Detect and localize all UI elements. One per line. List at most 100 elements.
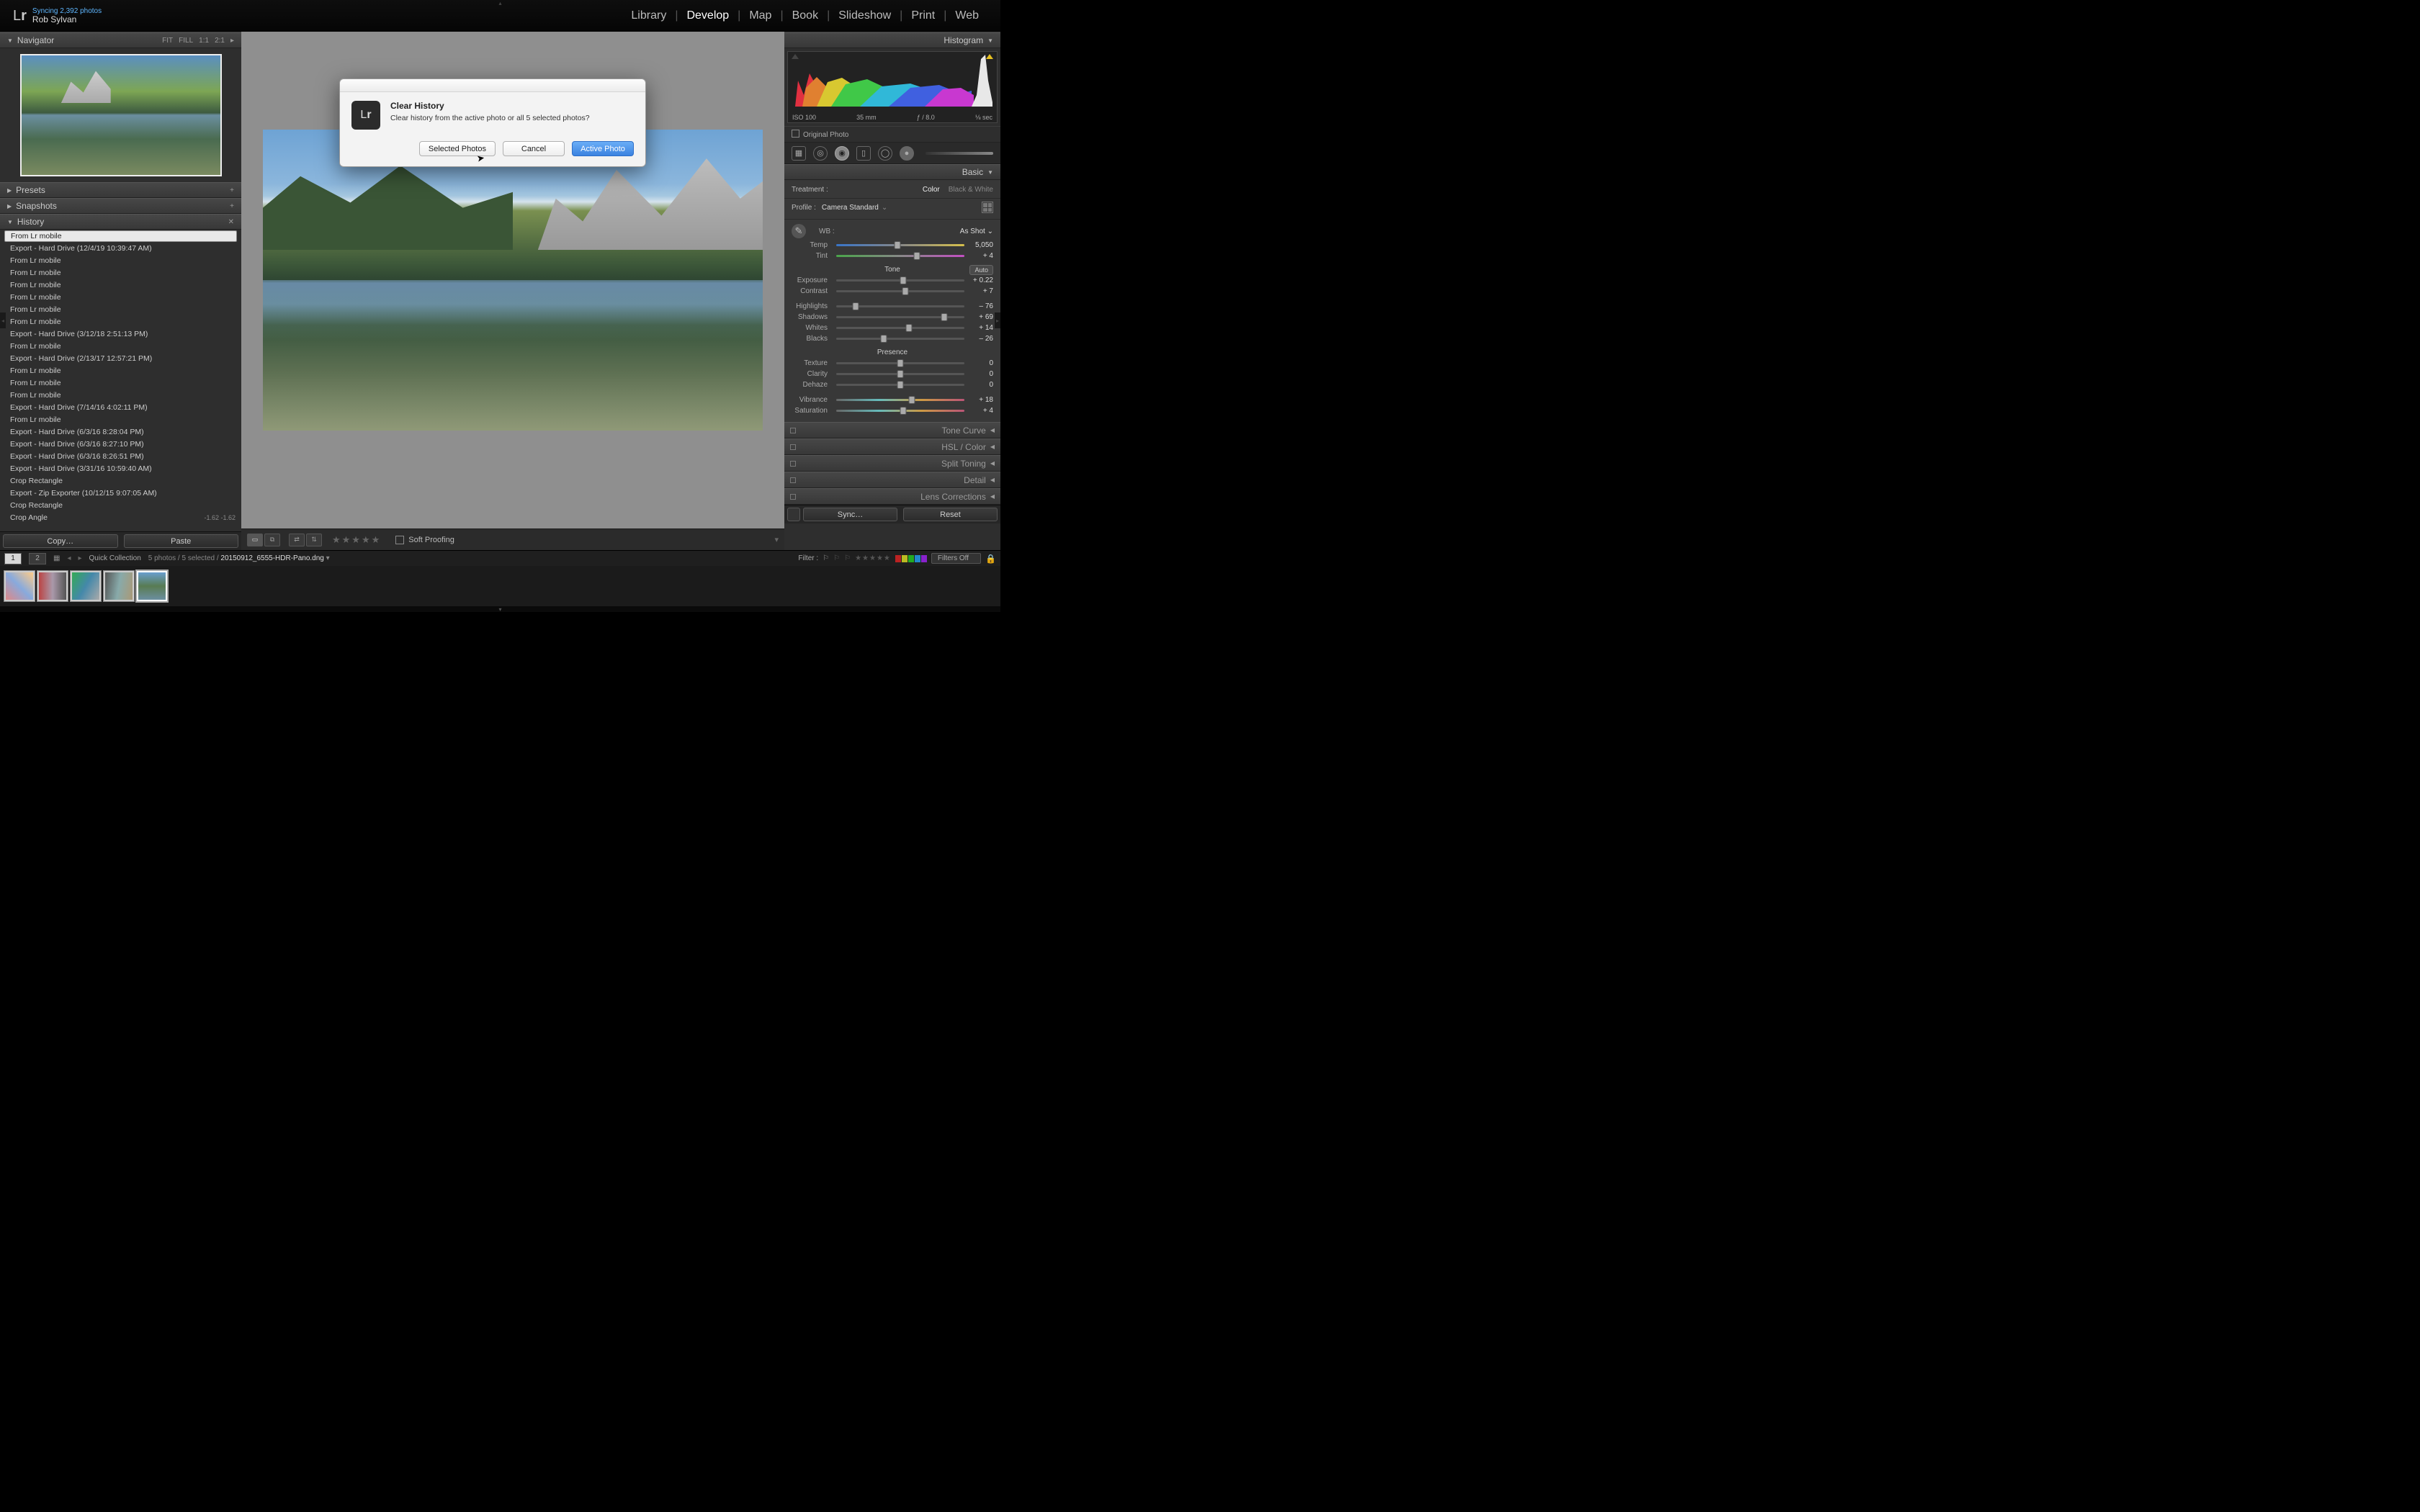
module-book[interactable]: Book bbox=[784, 9, 827, 22]
filmstrip-thumb[interactable] bbox=[37, 571, 68, 601]
filter-lock-icon[interactable]: 🔒 bbox=[985, 554, 996, 564]
secondary-tab-1[interactable]: 1 bbox=[4, 553, 22, 564]
navigator-header[interactable]: ▼ Navigator FITFILL1:12:1▸ bbox=[0, 32, 241, 48]
saturation-value[interactable]: + 4 bbox=[969, 407, 993, 415]
cancel-button[interactable]: Cancel bbox=[503, 141, 565, 156]
dehaze-value[interactable]: 0 bbox=[969, 381, 993, 389]
snapshots-header[interactable]: ▶ Snapshots + bbox=[0, 198, 241, 214]
module-slideshow[interactable]: Slideshow bbox=[830, 9, 900, 22]
history-item[interactable]: Export - Hard Drive (6/3/16 8:26:51 PM) bbox=[0, 451, 241, 463]
navigator-mode-2-1[interactable]: 2:1 bbox=[215, 37, 225, 45]
flag-pick-icon[interactable]: ⚐ bbox=[823, 554, 829, 562]
prev-photo-icon[interactable]: ◂ bbox=[67, 554, 71, 562]
sync-switch-icon[interactable] bbox=[787, 508, 800, 521]
contrast-slider[interactable] bbox=[836, 290, 964, 292]
filter-stars[interactable]: ★★★★★ bbox=[855, 554, 891, 562]
module-library[interactable]: Library bbox=[622, 9, 675, 22]
secondary-tab-2[interactable]: 2 bbox=[29, 553, 46, 564]
history-item[interactable]: From Lr mobile bbox=[0, 292, 241, 304]
brush-tool[interactable]: ● bbox=[900, 146, 914, 161]
module-develop[interactable]: Develop bbox=[678, 9, 738, 22]
filters-off-dropdown[interactable]: Filters Off bbox=[931, 553, 981, 564]
navigator-mode-fill[interactable]: FILL bbox=[179, 37, 193, 45]
filter-color-label[interactable] bbox=[921, 555, 927, 562]
selected-photos-button[interactable]: Selected Photos bbox=[419, 141, 496, 156]
flag-reject-icon[interactable]: ⚐ bbox=[844, 554, 851, 562]
auto-tone-button[interactable]: Auto bbox=[969, 265, 993, 275]
texture-value[interactable]: 0 bbox=[969, 359, 993, 367]
navigator-mode-1-1[interactable]: 1:1 bbox=[199, 37, 209, 45]
highlights-value[interactable]: – 76 bbox=[969, 302, 993, 310]
mask-slider[interactable] bbox=[926, 152, 993, 155]
before-after-button[interactable]: ⧉ bbox=[264, 534, 280, 546]
redeye-tool[interactable]: ◉ bbox=[835, 146, 849, 161]
history-item[interactable]: From Lr mobile bbox=[4, 230, 237, 242]
history-item[interactable]: From Lr mobile bbox=[0, 279, 241, 292]
reset-button[interactable]: Reset bbox=[903, 508, 998, 521]
temp-value[interactable]: 5,050 bbox=[969, 241, 993, 249]
history-item[interactable]: Export - Hard Drive (2/13/17 12:57:21 PM… bbox=[0, 353, 241, 365]
tint-value[interactable]: + 4 bbox=[969, 252, 993, 260]
treatment-bw[interactable]: Black & White bbox=[949, 186, 993, 194]
panel-switch-icon[interactable] bbox=[790, 428, 796, 433]
spot-tool[interactable]: ◎ bbox=[813, 146, 828, 161]
module-print[interactable]: Print bbox=[902, 9, 944, 22]
sync-button[interactable]: Sync… bbox=[803, 508, 897, 521]
panel-hsl-color[interactable]: HSL / Color◀ bbox=[784, 438, 1000, 455]
filmstrip-thumb[interactable] bbox=[137, 571, 167, 601]
paste-button[interactable]: Paste bbox=[124, 534, 239, 548]
contrast-value[interactable]: + 7 bbox=[969, 287, 993, 295]
history-item[interactable]: From Lr mobile bbox=[0, 365, 241, 377]
history-item[interactable]: From Lr mobile bbox=[0, 267, 241, 279]
toolbar-menu-icon[interactable]: ▾ bbox=[774, 535, 779, 544]
histogram-header[interactable]: Histogram ▼ bbox=[784, 32, 1000, 48]
soft-proofing-toggle[interactable]: Soft Proofing bbox=[395, 536, 454, 544]
loupe-view-button[interactable]: ▭ bbox=[247, 534, 263, 546]
left-edge-handle[interactable]: ◂ bbox=[0, 312, 6, 328]
history-item[interactable]: Export - Zip Exporter (10/12/15 9:07:05 … bbox=[0, 487, 241, 500]
texture-slider[interactable] bbox=[836, 362, 964, 364]
close-icon[interactable]: ✕ bbox=[228, 218, 234, 226]
filter-color-label[interactable] bbox=[895, 555, 901, 562]
panel-lens-corrections[interactable]: Lens Corrections◀ bbox=[784, 488, 1000, 505]
history-item[interactable]: Export - Hard Drive (6/3/16 8:28:04 PM) bbox=[0, 426, 241, 438]
profile-browser-icon[interactable] bbox=[982, 202, 993, 213]
history-item[interactable]: Crop Rectangle bbox=[0, 500, 241, 512]
active-photo-button[interactable]: Active Photo bbox=[572, 141, 634, 156]
panel-switch-icon[interactable] bbox=[790, 444, 796, 450]
module-map[interactable]: Map bbox=[740, 9, 780, 22]
panel-split-toning[interactable]: Split Toning◀ bbox=[784, 455, 1000, 472]
whites-slider[interactable] bbox=[836, 327, 964, 329]
gradient-tool[interactable]: ▯ bbox=[856, 146, 871, 161]
whites-value[interactable]: + 14 bbox=[969, 324, 993, 332]
ba-swap-button[interactable]: ⇄ bbox=[289, 534, 305, 546]
filmstrip-thumb[interactable] bbox=[4, 571, 35, 601]
history-item[interactable]: From Lr mobile bbox=[0, 304, 241, 316]
blacks-slider[interactable] bbox=[836, 338, 964, 340]
filmstrip-thumb[interactable] bbox=[71, 571, 101, 601]
tint-slider[interactable] bbox=[836, 255, 964, 257]
panel-detail[interactable]: Detail◀ bbox=[784, 472, 1000, 488]
exposure-value[interactable]: + 0.22 bbox=[969, 276, 993, 284]
navigator-mode-fit[interactable]: FIT bbox=[162, 37, 173, 45]
history-item[interactable]: Export - Hard Drive (6/3/16 8:27:10 PM) bbox=[0, 438, 241, 451]
history-item[interactable]: From Lr mobile bbox=[0, 390, 241, 402]
saturation-slider[interactable] bbox=[836, 410, 964, 412]
temp-slider[interactable] bbox=[836, 244, 964, 246]
plus-icon[interactable]: + bbox=[230, 186, 234, 194]
current-filename[interactable]: 20150912_6555-HDR-Pano.dng bbox=[220, 554, 323, 562]
rating-stars[interactable]: ★★★★★ bbox=[332, 534, 381, 546]
filter-color-label[interactable] bbox=[902, 555, 908, 562]
filmstrip-thumb[interactable] bbox=[104, 571, 134, 601]
history-item[interactable]: From Lr mobile bbox=[0, 316, 241, 328]
top-handle[interactable]: ▴ bbox=[498, 0, 501, 6]
history-item[interactable]: From Lr mobile bbox=[0, 377, 241, 390]
highlight-clip-icon[interactable] bbox=[986, 54, 993, 59]
history-header[interactable]: ▼ History ✕ bbox=[0, 214, 241, 230]
shadow-clip-icon[interactable] bbox=[792, 54, 799, 59]
grid-icon[interactable]: ▦ bbox=[53, 554, 60, 562]
right-edge-handle[interactable]: ▸ bbox=[995, 312, 1000, 328]
original-photo-toggle[interactable]: Original Photo bbox=[784, 126, 1000, 143]
highlights-slider[interactable] bbox=[836, 305, 964, 307]
history-item[interactable]: From Lr mobile bbox=[0, 255, 241, 267]
